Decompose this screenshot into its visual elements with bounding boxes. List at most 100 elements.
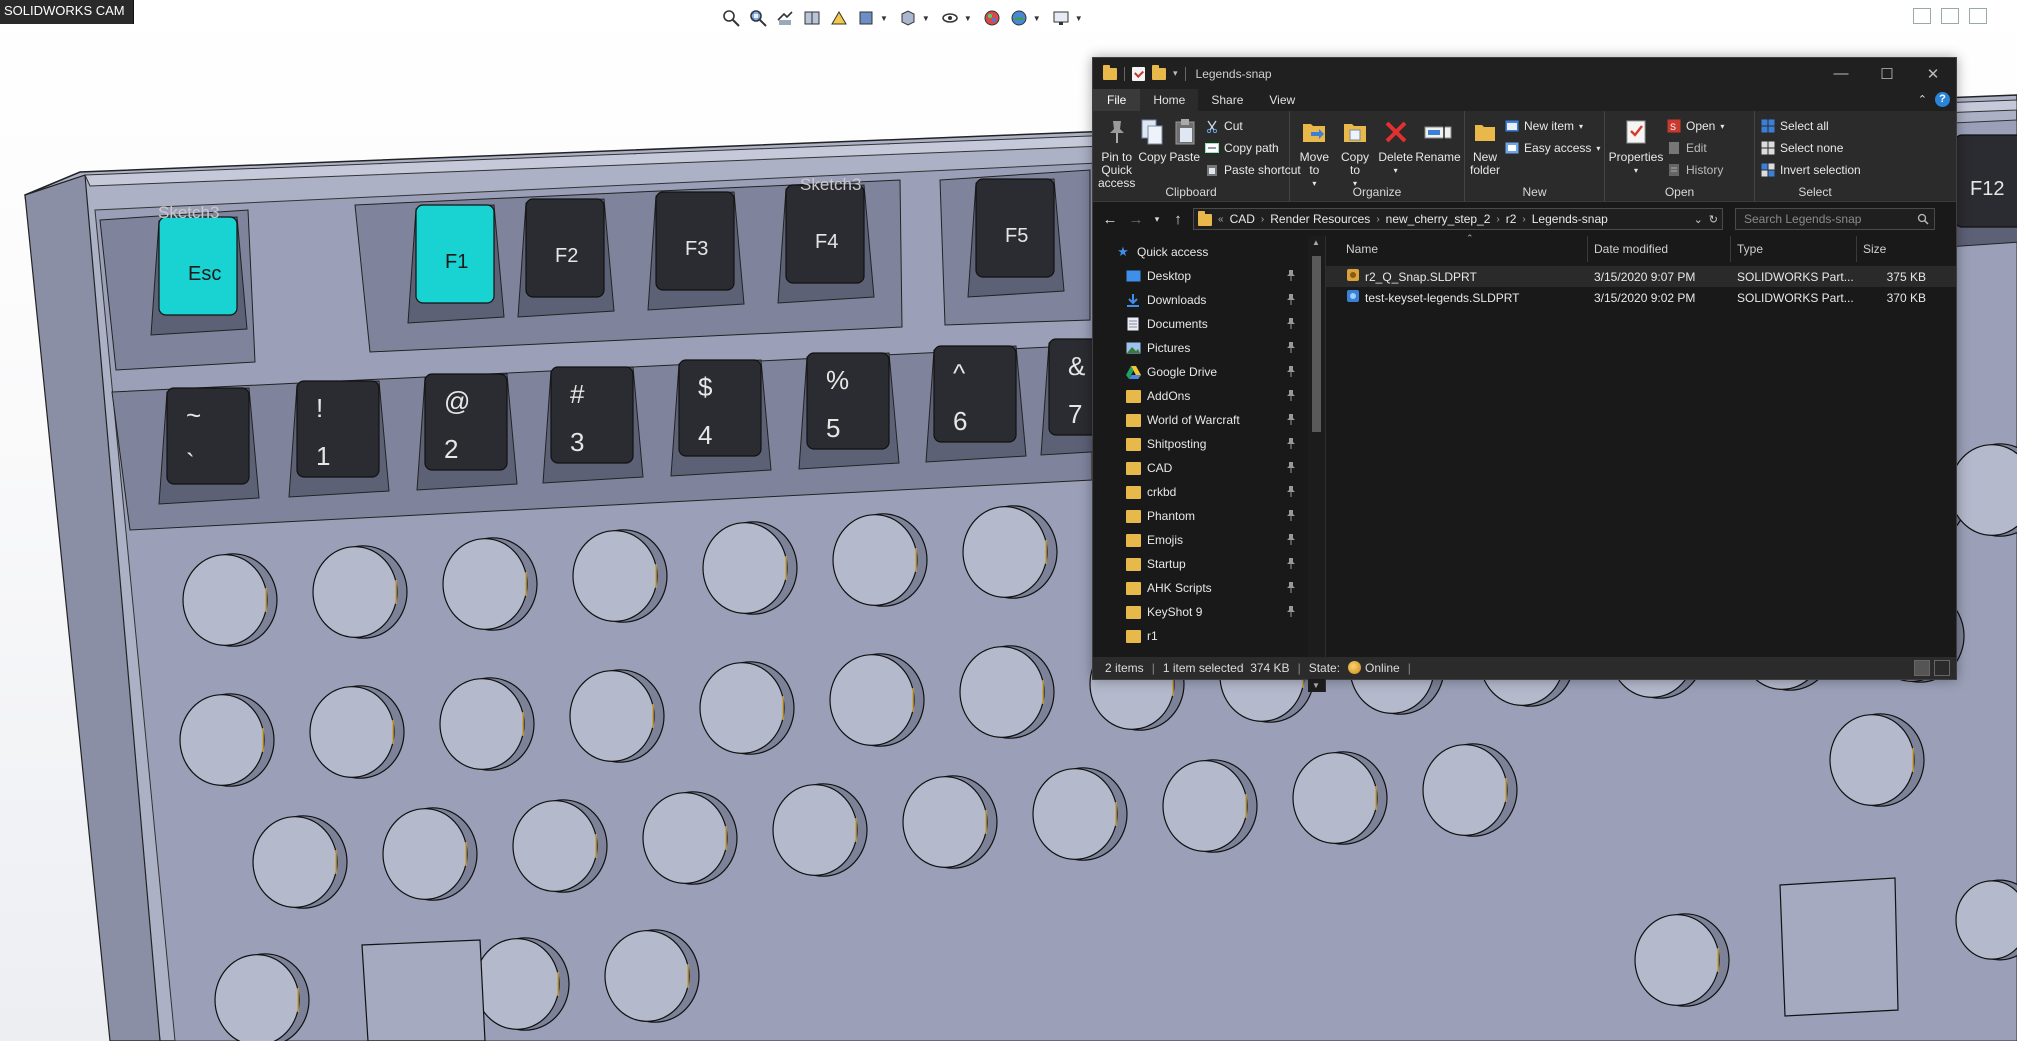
properties-check-icon[interactable] — [1132, 66, 1145, 81]
pin-icon[interactable] — [1287, 558, 1295, 569]
file-row[interactable]: r2_Q_Snap.SLDPRT 3/15/2020 9:07 PM SOLID… — [1326, 266, 1956, 287]
pin-icon[interactable] — [1287, 366, 1295, 377]
cut-button[interactable]: Cut — [1205, 118, 1301, 134]
tab-share[interactable]: Share — [1198, 89, 1256, 111]
chevron-down-icon[interactable]: ▼ — [964, 14, 972, 23]
view-orientation-icon[interactable] — [855, 7, 877, 29]
collapse-ribbon-icon[interactable]: ⌃ — [1918, 93, 1927, 106]
up-arrow-icon[interactable]: ↑ — [1167, 208, 1189, 230]
tab-file[interactable]: File — [1093, 89, 1141, 111]
large-icons-view-icon[interactable] — [1934, 660, 1950, 676]
breadcrumb-separator-icon[interactable]: › — [1496, 214, 1499, 225]
pin-icon[interactable] — [1287, 318, 1295, 329]
pin-icon[interactable] — [1287, 486, 1295, 497]
easy-access-button[interactable]: Easy access ▾ — [1505, 140, 1600, 156]
copy-path-button[interactable]: Copy path — [1205, 140, 1301, 156]
column-size[interactable]: Size — [1857, 236, 1932, 262]
display-style-icon[interactable] — [897, 7, 919, 29]
pin-icon[interactable] — [1287, 534, 1295, 545]
chevron-down-icon[interactable]: ▼ — [1075, 14, 1083, 23]
search-box[interactable] — [1735, 208, 1935, 230]
nav-item-pictures[interactable]: Pictures — [1093, 336, 1325, 360]
search-input[interactable] — [1736, 209, 1934, 229]
previous-view-icon[interactable] — [774, 7, 796, 29]
nav-item-r1[interactable]: r1 — [1093, 624, 1325, 648]
nav-item-cad[interactable]: CAD — [1093, 456, 1325, 480]
maximize-viewport-icon[interactable] — [1969, 8, 1987, 24]
invert-selection-button[interactable]: Invert selection — [1761, 162, 1861, 178]
column-name[interactable]: Name — [1326, 236, 1588, 262]
nav-item-addons[interactable]: AddOns — [1093, 384, 1325, 408]
nav-item-desktop[interactable]: Desktop — [1093, 264, 1325, 288]
apply-scene-icon[interactable] — [1008, 7, 1030, 29]
section-view-icon[interactable] — [801, 7, 823, 29]
nav-item-world-of-warcraft[interactable]: World of Warcraft — [1093, 408, 1325, 432]
chevron-down-icon[interactable]: ▼ — [880, 14, 888, 23]
paste-shortcut-button[interactable]: Paste shortcut — [1205, 162, 1301, 178]
nav-item-google-drive[interactable]: Google Drive — [1093, 360, 1325, 384]
zoom-fit-icon[interactable] — [720, 7, 742, 29]
breadcrumb-separator-icon[interactable]: › — [1261, 214, 1264, 225]
scroll-up-icon[interactable]: ▲ — [1312, 238, 1320, 247]
maximize-icon[interactable]: ☐ — [1864, 58, 1910, 89]
pin-icon[interactable] — [1287, 270, 1295, 281]
nav-item-downloads[interactable]: Downloads — [1093, 288, 1325, 312]
details-view-icon[interactable] — [1914, 660, 1930, 676]
nav-item-documents[interactable]: Documents — [1093, 312, 1325, 336]
pin-icon[interactable] — [1287, 582, 1295, 593]
title-bar[interactable]: ▾ Legends-snap — ☐ ✕ — [1093, 58, 1956, 89]
forward-arrow-icon[interactable]: → — [1125, 208, 1147, 230]
overflow-chevron-icon[interactable]: « — [1218, 214, 1224, 225]
column-type[interactable]: Type — [1731, 236, 1857, 262]
restore-viewport-icon[interactable] — [1913, 8, 1931, 24]
close-icon[interactable]: ✕ — [1910, 58, 1956, 89]
chevron-down-icon[interactable]: ▼ — [922, 14, 930, 23]
breadcrumb-r2[interactable]: r2 — [1506, 212, 1517, 226]
recent-locations-icon[interactable]: ▾ — [1151, 208, 1163, 230]
pin-icon[interactable] — [1287, 510, 1295, 521]
pin-icon[interactable] — [1287, 438, 1295, 449]
pin-icon[interactable] — [1287, 294, 1295, 305]
breadcrumb-legends-snap[interactable]: Legends-snap — [1532, 212, 1608, 226]
nav-item-phantom[interactable]: Phantom — [1093, 504, 1325, 528]
new-item-button[interactable]: New item ▾ — [1505, 118, 1600, 134]
tile-viewport-icon[interactable] — [1941, 8, 1959, 24]
edit-button[interactable]: Edit — [1667, 140, 1724, 156]
pin-icon[interactable] — [1287, 342, 1295, 353]
address-bar[interactable]: « CAD › Render Resources › new_cherry_st… — [1193, 208, 1723, 230]
back-arrow-icon[interactable]: ← — [1099, 208, 1121, 230]
tab-home[interactable]: Home — [1140, 89, 1199, 111]
tab-view[interactable]: View — [1256, 89, 1308, 111]
pin-icon[interactable] — [1287, 462, 1295, 473]
select-none-button[interactable]: Select none — [1761, 140, 1861, 156]
file-row[interactable]: test-keyset-legends.SLDPRT 3/15/2020 9:0… — [1326, 287, 1956, 308]
zoom-area-icon[interactable] — [747, 7, 769, 29]
scroll-down-icon[interactable]: ▼ — [1312, 681, 1320, 690]
nav-item-emojis[interactable]: Emojis — [1093, 528, 1325, 552]
file-explorer-window[interactable]: ▾ Legends-snap — ☐ ✕ File Home Share Vie… — [1092, 57, 1957, 692]
customize-toolbar-icon[interactable]: ▾ — [1173, 68, 1178, 79]
breadcrumb-separator-icon[interactable]: › — [1522, 214, 1525, 225]
minimize-icon[interactable]: — — [1818, 58, 1864, 89]
nav-item-crkbd[interactable]: crkbd — [1093, 480, 1325, 504]
open-button[interactable]: S Open ▾ — [1667, 118, 1724, 134]
new-folder-icon[interactable] — [1152, 64, 1166, 80]
nav-quick-access[interactable]: ★ Quick access — [1093, 240, 1325, 264]
column-date-modified[interactable]: Date modified — [1588, 236, 1731, 262]
help-icon[interactable]: ? — [1935, 92, 1950, 107]
refresh-icon[interactable]: ↻ — [1709, 213, 1718, 226]
pin-icon[interactable] — [1287, 390, 1295, 401]
history-button[interactable]: History — [1667, 162, 1724, 178]
nav-item-shitposting[interactable]: Shitposting — [1093, 432, 1325, 456]
dynamic-annotation-icon[interactable] — [828, 7, 850, 29]
pin-icon[interactable] — [1287, 414, 1295, 425]
breadcrumb-separator-icon[interactable]: › — [1376, 214, 1379, 225]
address-dropdown-icon[interactable]: ⌄ — [1694, 213, 1703, 226]
nav-item-startup[interactable]: Startup — [1093, 552, 1325, 576]
breadcrumb-new-cherry-step-2[interactable]: new_cherry_step_2 — [1386, 212, 1491, 226]
nav-scrollbar[interactable]: ▲ ▼ — [1308, 236, 1325, 692]
breadcrumb-render-resources[interactable]: Render Resources — [1270, 212, 1370, 226]
nav-item-keyshot-9[interactable]: KeyShot 9 — [1093, 600, 1325, 624]
edit-appearance-icon[interactable] — [981, 7, 1003, 29]
nav-item-ahk-scripts[interactable]: AHK Scripts — [1093, 576, 1325, 600]
